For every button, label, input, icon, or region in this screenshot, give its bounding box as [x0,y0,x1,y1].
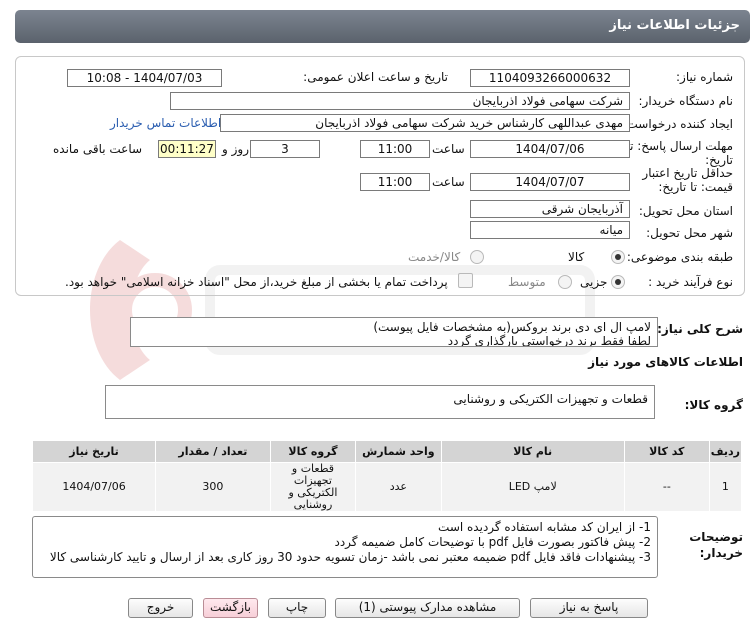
contact-info-link[interactable]: اطلاعات تماس خریدار [110,116,221,130]
remaining-time-field: 00:11:27 [158,140,216,158]
need-number-field: 1104093266000632 [470,69,630,87]
col-quantity: تعداد / مقدار [155,440,271,463]
category-radio-goods-service[interactable] [470,250,484,264]
category-radio-goods[interactable] [611,250,625,264]
exit-button[interactable]: خروج [128,598,193,618]
need-number-label: شماره نیاز: [676,70,733,84]
note-line-3: 3- پیشنهادات فاقد فایل pdf ضمیمه معتبر ن… [49,550,651,564]
deadline-label-2: تاریخ: [705,153,733,167]
description-line-2: لطفا فقط برند درخواستی بارگذاری گردد [447,334,651,347]
reply-button[interactable]: پاسخ به نیاز [530,598,648,618]
view-attachments-button[interactable]: مشاهده مدارک پیوستی (1) [335,598,520,618]
payment-note: پرداخت تمام یا بخشی از مبلغ خرید،از محل … [65,275,448,289]
print-button[interactable]: چاپ [268,598,326,618]
col-need-date: تاریخ نیاز [31,440,157,463]
col-unit: واحد شمارش [355,440,442,463]
process-option-medium: متوسط [508,275,546,289]
city-label: شهر محل تحویل: [646,226,733,240]
process-radio-medium[interactable] [558,275,572,289]
validity-date-field: 1404/07/07 [470,173,630,191]
creator-field: مهدی عبداللهی کارشناس خرید شرکت سهامی فو… [220,114,630,132]
note-line-2: 2- پیش فاکتور بصورت فایل pdf با توضیحات … [334,535,651,549]
description-label: شرح کلی نیاز: [657,322,743,336]
cell-group: قطعات و تجهیزات الکتریکی و روشنایی [269,462,357,512]
category-option-goods-service: کالا/خدمت [408,250,461,264]
table-row: 1 -- لامپ LED عدد قطعات و تجهیزات الکتری… [31,462,743,512]
col-item-name: نام کالا [440,440,625,463]
province-label: استان محل تحویل: [638,204,733,218]
category-label: طبقه بندی موضوعی: [626,250,733,264]
col-row-number: ردیف [708,440,743,463]
cell-unit: عدد [355,462,442,512]
deadline-time-field: 11:00 [360,140,430,158]
back-button[interactable]: بازگشت [203,598,258,618]
city-field: میانه [470,221,630,239]
description-textarea: لامپ ال ای دی برند بروکس(به مشخصات فایل … [130,317,658,347]
goods-group-label: گروه کالا: [684,398,743,412]
table-header-row: ردیف کد کالا نام کالا واحد شمارش گروه کا… [31,440,743,463]
category-option-goods: کالا [568,250,585,264]
deadline-label: مهلت ارسال پاسخ: تا [626,139,733,153]
deadline-date-field: 1404/07/06 [470,140,630,158]
goods-table: ردیف کد کالا نام کالا واحد شمارش گروه کا… [31,440,743,512]
page-title: جزئیات اطلاعات نیاز [609,18,740,33]
announce-field: 1404/07/03 - 10:08 [67,69,222,87]
announce-label: تاریخ و ساعت اعلان عمومی: [303,70,448,84]
buyer-org-field: شرکت سهامی فولاد اذربایجان [170,92,630,110]
remaining-label: ساعت باقی مانده [53,142,143,156]
col-group: گروه کالا [269,440,357,463]
province-field: آذربایجان شرقی [470,200,630,218]
days-label: روز و [222,142,249,156]
notes-label: توضیحات [689,530,743,544]
days-remaining-field: 3 [250,140,320,158]
goods-section-title: اطلاعات کالاهای مورد نیاز [588,355,743,369]
cell-row-number: 1 [708,462,743,512]
notes-textarea: 1- از ایران کد مشابه استفاده گردیده است … [32,516,658,578]
buyer-org-label: نام دستگاه خریدار: [638,94,734,108]
description-line-1: لامپ ال ای دی برند بروکس(به مشخصات فایل … [373,320,651,334]
validity-label: حداقل تاریخ اعتبار [642,166,733,180]
cell-quantity: 300 [155,462,271,512]
validity-time-field: 11:00 [360,173,430,191]
treasury-checkbox[interactable] [458,273,473,288]
note-line-1: 1- از ایران کد مشابه استفاده گردیده است [438,520,651,534]
process-radio-minor[interactable] [611,275,625,289]
col-item-code: کد کالا [623,440,710,463]
process-label: نوع فرآیند خرید : [648,275,733,289]
cell-item-name: لامپ LED [440,462,625,512]
creator-label: ایجاد کننده درخواست: [622,117,733,131]
cell-need-date: 1404/07/06 [31,462,157,512]
process-option-minor: جزیی [580,275,608,289]
validity-time-label: ساعت [432,175,465,189]
notes-label-2: خریدار: [699,546,743,560]
goods-group-field: قطعات و تجهیزات الکتریکی و روشنایی [105,385,655,419]
deadline-time-label: ساعت [432,142,465,156]
page-header: جزئیات اطلاعات نیاز [15,10,750,43]
validity-label-2: قیمت: تا تاریخ: [658,180,733,194]
cell-item-code: -- [623,462,710,512]
